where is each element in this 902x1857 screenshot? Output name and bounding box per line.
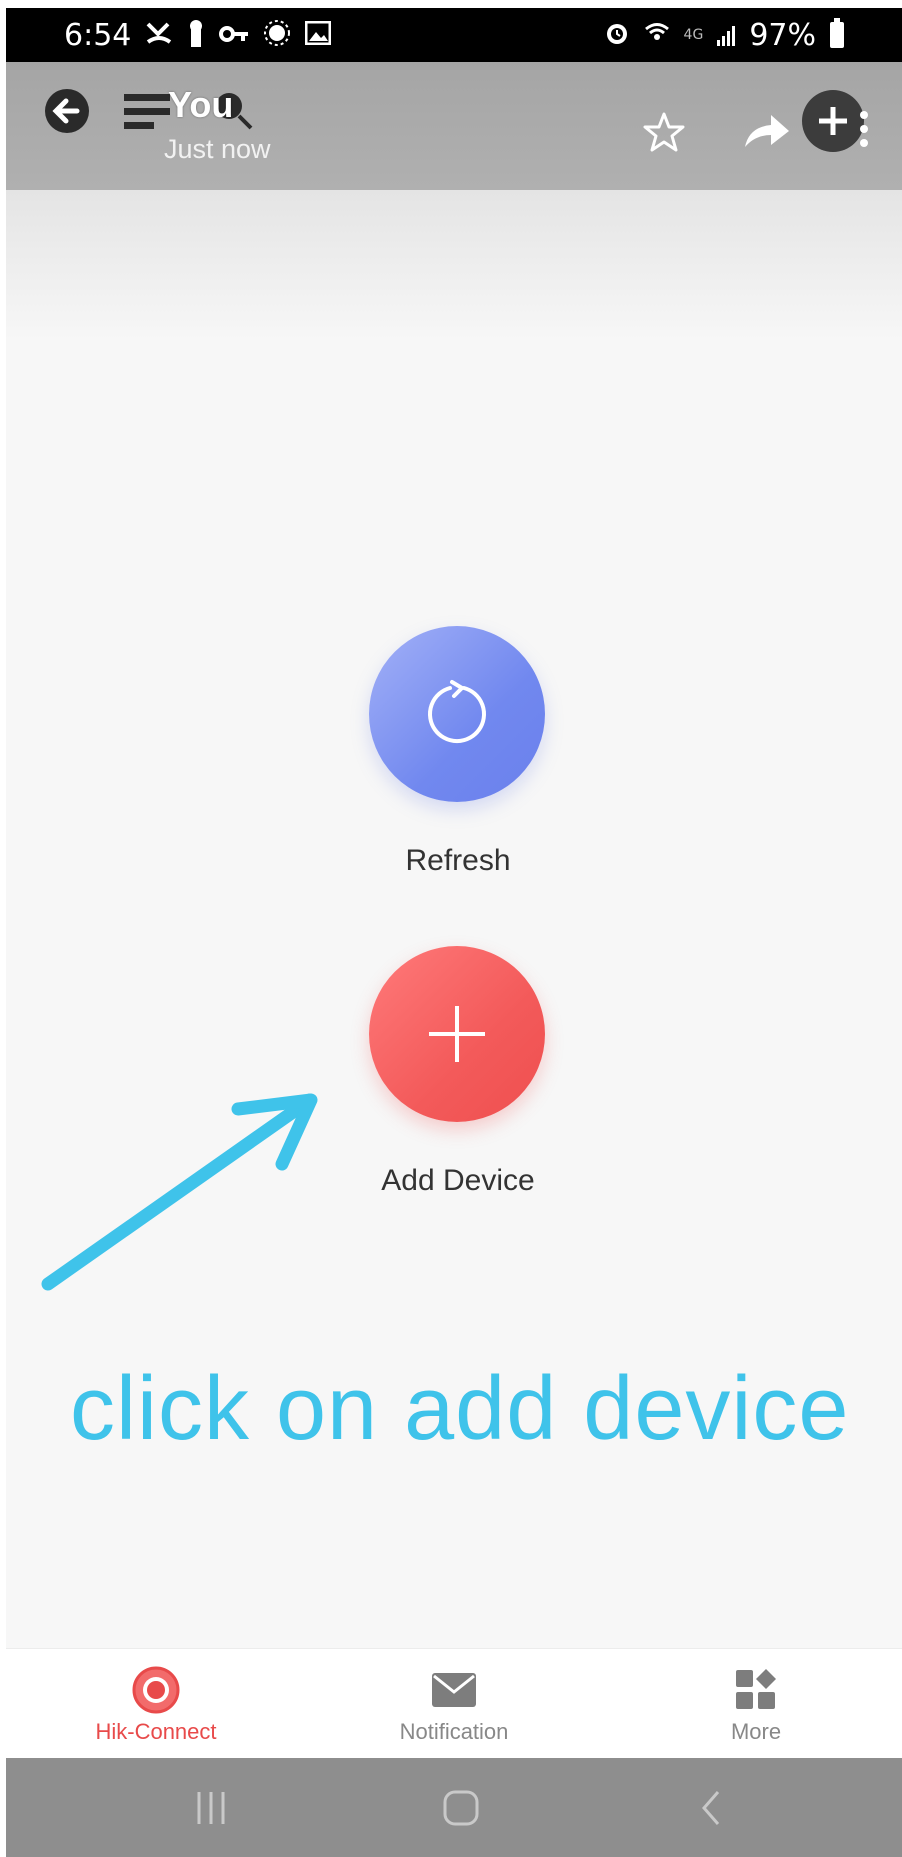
chat-title: You bbox=[168, 84, 234, 125]
favorite-button[interactable] bbox=[638, 106, 690, 158]
chat-subtitle: Just now bbox=[164, 134, 271, 164]
sun-icon bbox=[263, 19, 291, 52]
overflow-dot bbox=[860, 139, 868, 147]
status-time: 6:54 bbox=[64, 17, 132, 53]
chevron-left-icon bbox=[702, 1790, 720, 1825]
back-arrow-icon bbox=[45, 89, 89, 133]
bottom-nav: Hik-Connect Notification More bbox=[6, 1648, 902, 1758]
refresh-icon bbox=[428, 680, 486, 744]
back-button[interactable] bbox=[42, 86, 92, 136]
signal-icon bbox=[717, 24, 736, 46]
nav-hik-connect[interactable]: Hik-Connect bbox=[26, 1649, 286, 1759]
gallery-icon bbox=[304, 20, 332, 50]
missed-call-icon bbox=[145, 20, 173, 51]
battery-percent: 97% bbox=[749, 17, 816, 53]
recents-icon bbox=[197, 1791, 225, 1824]
share-arrow-icon bbox=[745, 115, 789, 147]
hik-connect-icon bbox=[131, 1666, 181, 1714]
apps-grid-icon bbox=[735, 1667, 777, 1713]
system-nav-bar bbox=[6, 1758, 902, 1857]
home-icon bbox=[443, 1790, 479, 1825]
wifi-icon bbox=[644, 20, 670, 51]
network-type: 4G bbox=[683, 27, 704, 43]
nav-label: Hik-Connect bbox=[95, 1719, 217, 1744]
app-header: You Just now bbox=[6, 62, 902, 190]
add-device-label: Add Device bbox=[381, 1164, 535, 1197]
home-button[interactable] bbox=[416, 1758, 506, 1857]
nav-label: Notification bbox=[399, 1719, 509, 1744]
header-shadow bbox=[6, 190, 902, 340]
battery-icon bbox=[830, 18, 844, 48]
list-menu-icon bbox=[124, 94, 170, 129]
key-icon bbox=[219, 22, 249, 48]
overflow-menu-button[interactable] bbox=[854, 102, 874, 156]
plus-icon bbox=[429, 1006, 485, 1062]
annotation-text: click on add device bbox=[70, 1359, 850, 1459]
alarm-icon bbox=[604, 20, 630, 51]
menu-button[interactable] bbox=[124, 92, 174, 132]
share-button[interactable] bbox=[738, 106, 794, 156]
keyhole-icon bbox=[187, 19, 205, 52]
overflow-dot bbox=[860, 111, 868, 119]
add-device-button[interactable] bbox=[369, 946, 545, 1122]
nav-label: More bbox=[730, 1719, 782, 1744]
nav-more[interactable]: More bbox=[626, 1649, 886, 1759]
plus-icon bbox=[819, 107, 847, 135]
nav-notification[interactable]: Notification bbox=[324, 1649, 584, 1759]
star-icon bbox=[643, 112, 685, 152]
recents-button[interactable] bbox=[166, 1758, 256, 1857]
mail-icon bbox=[431, 1667, 477, 1713]
phone-screen: 6:54 4G 97% You Just now Refresh Add Dev… bbox=[6, 8, 902, 1857]
overflow-dot bbox=[860, 125, 868, 133]
system-back-button[interactable] bbox=[666, 1758, 756, 1857]
status-bar: 6:54 4G 97% bbox=[6, 8, 902, 62]
refresh-button[interactable] bbox=[369, 626, 545, 802]
refresh-label: Refresh bbox=[405, 844, 511, 877]
